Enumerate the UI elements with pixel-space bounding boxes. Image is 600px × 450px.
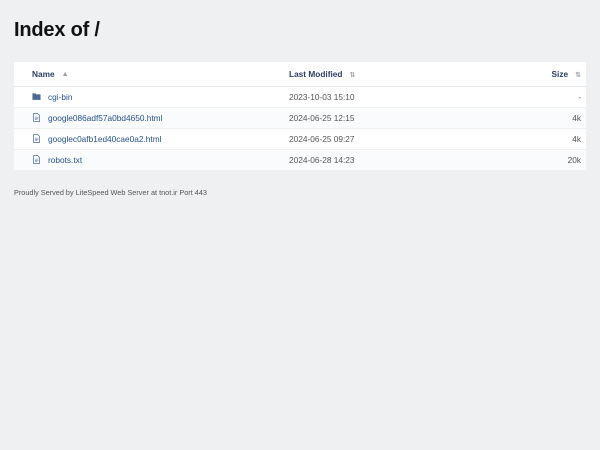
server-footer: Proudly Served by LiteSpeed Web Server a… xyxy=(14,188,207,197)
size-cell: - xyxy=(519,86,586,108)
modified-column-header[interactable]: Last Modified ⇅ xyxy=(289,62,519,87)
sort-toggle-icon[interactable]: ⇅ xyxy=(575,71,581,79)
file-icon xyxy=(33,134,40,143)
name-cell: cgi-bin xyxy=(14,86,289,108)
size-column-header[interactable]: Size ⇅ xyxy=(519,62,586,87)
sort-toggle-icon[interactable]: ⇅ xyxy=(349,71,355,79)
size-cell: 4k xyxy=(519,128,586,150)
file-icon xyxy=(33,155,40,164)
name-header-label[interactable]: Name xyxy=(32,69,55,79)
sort-ascending-icon[interactable]: ▲ xyxy=(62,71,69,78)
size-cell: 4k xyxy=(519,107,586,129)
table-row: googlec0afb1ed40cae0a2.html 2024-06-25 0… xyxy=(14,128,586,150)
file-link[interactable]: cgi-bin xyxy=(48,92,72,102)
modified-cell: 2024-06-28 14:23 xyxy=(289,149,519,171)
file-icon xyxy=(33,113,40,122)
table-header-row: Name ▲ Last Modified ⇅ Size ⇅ xyxy=(14,62,586,87)
size-header-label[interactable]: Size xyxy=(552,69,569,79)
file-table: Name ▲ Last Modified ⇅ Size ⇅ cgi-bin 2023-… xyxy=(14,62,586,171)
page-title: Index of / xyxy=(14,19,100,41)
size-cell: 20k xyxy=(519,149,586,171)
table-row: robots.txt 2024-06-28 14:23 20k xyxy=(14,149,586,171)
name-cell: googlec0afb1ed40cae0a2.html xyxy=(14,128,289,150)
modified-cell: 2023-10-03 15:10 xyxy=(289,86,519,108)
name-cell: google086adf57a0bd4650.html xyxy=(14,107,289,129)
table-row: google086adf57a0bd4650.html 2024-06-25 1… xyxy=(14,107,586,129)
modified-header-label[interactable]: Last Modified xyxy=(289,69,342,79)
name-column-header[interactable]: Name ▲ xyxy=(14,62,289,87)
folder-icon xyxy=(32,93,41,100)
name-cell: robots.txt xyxy=(14,149,289,171)
directory-listing-page: Index of / Name ▲ Last Modified ⇅ Size ⇅ xyxy=(0,0,600,450)
table-row: cgi-bin 2023-10-03 15:10 - xyxy=(14,86,586,108)
file-link[interactable]: googlec0afb1ed40cae0a2.html xyxy=(48,134,161,144)
file-link[interactable]: google086adf57a0bd4650.html xyxy=(48,113,162,123)
modified-cell: 2024-06-25 12:15 xyxy=(289,107,519,129)
file-link[interactable]: robots.txt xyxy=(48,155,82,165)
modified-cell: 2024-06-25 09:27 xyxy=(289,128,519,150)
